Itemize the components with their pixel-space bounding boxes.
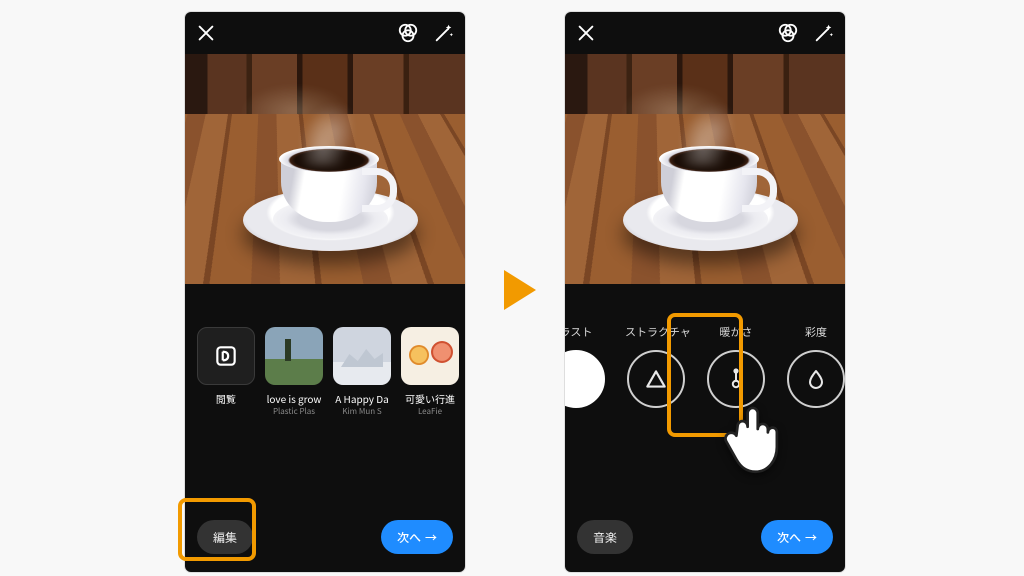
next-button[interactable]: 次へ→ (761, 520, 833, 554)
edit-label: 編集 (213, 529, 237, 546)
drop-icon (787, 350, 845, 408)
bottom-bar: 編集 次へ→ (185, 508, 465, 566)
flow-arrow-icon (504, 270, 536, 310)
next-label: 次へ (397, 529, 421, 546)
filter-thumb (265, 327, 323, 385)
close-icon[interactable] (575, 22, 597, 44)
close-icon[interactable] (195, 22, 217, 44)
edit-label: ラスト (565, 324, 607, 340)
edit-label: 彩度 (785, 324, 845, 340)
magic-wand-icon[interactable] (433, 22, 455, 44)
edit-tile-structure[interactable]: ストラクチャ (625, 324, 687, 442)
filter-label: 閲覧 (197, 391, 255, 406)
filter-sub: Kim Mun S (333, 406, 391, 417)
edit-tool-strip[interactable]: ラスト ストラクチャ 暖かさ 彩度 (565, 324, 845, 442)
filter-thumb (333, 327, 391, 385)
phone-after: ラスト ストラクチャ 暖かさ 彩度 (565, 12, 845, 572)
filter-sub: LeaFie (401, 406, 459, 417)
filter-tile-browse[interactable]: 閲覧 (197, 327, 255, 435)
edit-button[interactable]: 編集 (197, 520, 253, 554)
next-label: 次へ (777, 529, 801, 546)
browse-icon (197, 327, 255, 385)
phone-before: 閲覧 love is grow Plastic Plas A Happy Da … (185, 12, 465, 572)
thermometer-icon (707, 350, 765, 408)
preview-image (565, 54, 845, 284)
edit-tile-saturation[interactable]: 彩度 (785, 324, 845, 442)
filter-tile[interactable]: love is grow Plastic Plas (265, 327, 323, 435)
top-bar (565, 12, 845, 54)
filter-tile[interactable]: 可愛い行進 LeaFie (401, 327, 459, 435)
filter-tile[interactable]: A Happy Da Kim Mun S (333, 327, 391, 435)
edit-label: ストラクチャ (625, 324, 687, 340)
filter-label: A Happy Da (333, 391, 391, 406)
edit-tile-contrast[interactable]: ラスト (565, 324, 607, 442)
filter-thumb (401, 327, 459, 385)
magic-wand-icon[interactable] (813, 22, 835, 44)
triangle-icon (627, 350, 685, 408)
filter-label: 可愛い行進 (401, 391, 459, 406)
effects-icon[interactable] (777, 22, 799, 44)
bottom-bar: 音楽 次へ→ (565, 508, 845, 566)
filter-strip[interactable]: 閲覧 love is grow Plastic Plas A Happy Da … (185, 327, 465, 435)
top-bar (185, 12, 465, 54)
contrast-icon (565, 350, 605, 408)
music-label: 音楽 (593, 529, 617, 546)
filter-sub: Plastic Plas (265, 406, 323, 417)
edit-tile-warmth[interactable]: 暖かさ (705, 324, 767, 442)
edit-label: 暖かさ (705, 324, 767, 340)
effects-icon[interactable] (397, 22, 419, 44)
preview-image (185, 54, 465, 284)
filter-label: love is grow (265, 391, 323, 406)
music-button[interactable]: 音楽 (577, 520, 633, 554)
next-button[interactable]: 次へ→ (381, 520, 453, 554)
